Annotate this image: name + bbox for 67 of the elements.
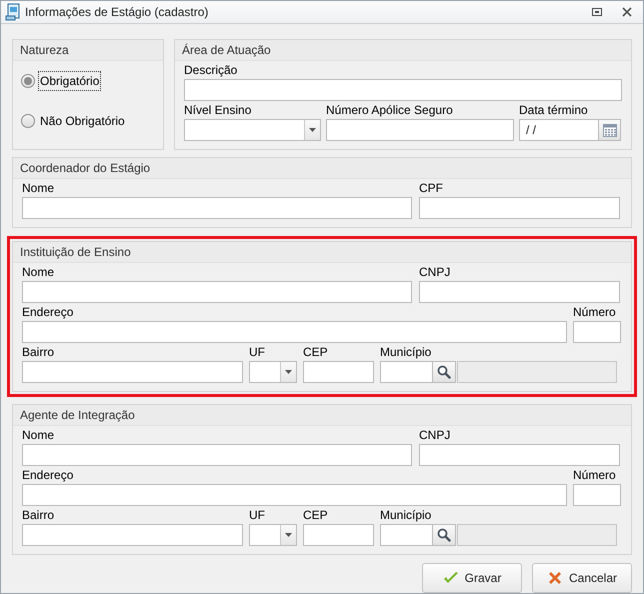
group-title: Área de Atuação (182, 42, 271, 59)
caret-icon (280, 362, 296, 382)
text-field[interactable] (22, 361, 243, 383)
text-field[interactable] (419, 444, 620, 466)
field-label: Município (380, 507, 432, 524)
group-title: Natureza (20, 42, 69, 59)
group-title: Instituição de Ensino (20, 244, 131, 261)
field-label: Número (573, 304, 617, 321)
field-label: Bairro (22, 507, 56, 524)
dropdown-field[interactable] (249, 361, 297, 383)
text-field[interactable] (184, 79, 622, 101)
field-label: Número Apólice Seguro (326, 102, 454, 119)
search-icon (437, 528, 451, 542)
radio-option[interactable]: Obrigatório (21, 71, 155, 91)
save-button[interactable]: Gravar (422, 563, 522, 593)
text-field[interactable] (303, 524, 374, 546)
text-field[interactable] (22, 524, 243, 546)
field-label: Nome (22, 264, 56, 281)
field-label: Município (380, 344, 432, 361)
cancel-button[interactable]: Cancelar (532, 563, 632, 593)
code-field[interactable] (380, 361, 433, 383)
text-field[interactable] (419, 197, 620, 219)
text-field[interactable] (419, 281, 620, 303)
calendar-button[interactable] (599, 119, 621, 141)
text-field[interactable] (326, 119, 514, 141)
text-field[interactable] (22, 321, 567, 343)
field-label: CEP (303, 344, 329, 361)
caret-icon (280, 525, 296, 545)
check-icon (442, 571, 459, 585)
code-field[interactable] (380, 524, 433, 546)
text-field[interactable] (22, 281, 412, 303)
window-title: Informações de Estágio (cadastro) (25, 4, 208, 21)
date-field[interactable]: / / (519, 119, 599, 141)
field-label: Nome (22, 180, 56, 197)
calendar-icon (602, 123, 616, 137)
text-field[interactable] (573, 321, 621, 343)
search-icon (437, 365, 451, 379)
field-label: Endereço (22, 304, 74, 321)
field-label: Data término (519, 102, 589, 119)
search-button[interactable] (433, 524, 456, 546)
field-label: CEP (303, 507, 329, 524)
text-field[interactable] (303, 361, 374, 383)
search-button[interactable] (433, 361, 456, 383)
field-label: Descrição (184, 62, 238, 79)
field-label: CNPJ (419, 264, 452, 281)
dropdown-field[interactable] (249, 524, 297, 546)
field-label: Número (573, 467, 617, 484)
field-label: Bairro (22, 344, 56, 361)
cross-icon (546, 570, 563, 586)
text-field[interactable] (573, 484, 621, 506)
restore-icon (592, 8, 602, 16)
radio-option[interactable]: Não Obrigatório (21, 111, 155, 131)
field-label: Endereço (22, 467, 74, 484)
text-field[interactable] (22, 484, 567, 506)
caret-icon (304, 120, 320, 140)
field-label: CPF (419, 180, 444, 197)
field-label: Nome (22, 427, 56, 444)
field-label: Nível Ensino (184, 102, 252, 119)
group-title: Agente de Integração (20, 407, 135, 424)
field-label: UF (249, 507, 266, 524)
group-title: Coordenador do Estágio (20, 160, 150, 177)
text-field[interactable] (22, 444, 412, 466)
field-label: UF (249, 344, 266, 361)
text-field[interactable] (22, 197, 412, 219)
dropdown-field[interactable] (184, 119, 321, 141)
close-icon (622, 7, 632, 17)
field-label: CNPJ (419, 427, 452, 444)
